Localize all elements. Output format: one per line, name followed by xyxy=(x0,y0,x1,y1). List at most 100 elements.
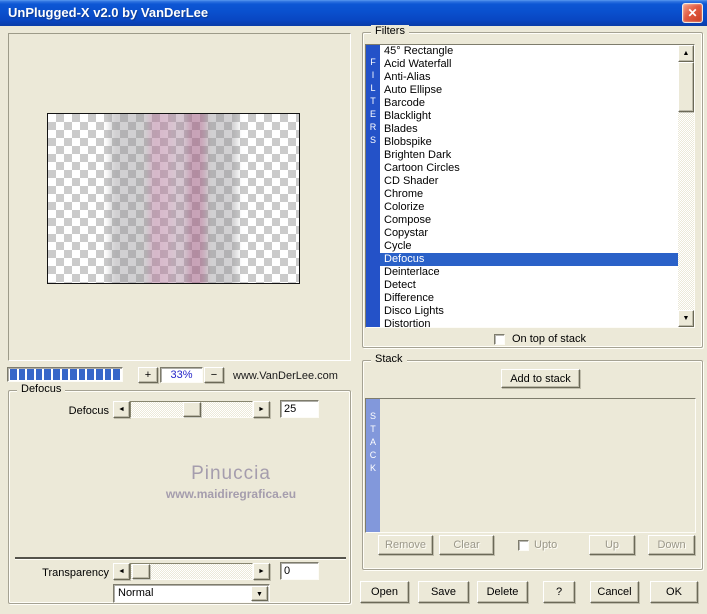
filters-listbox: FILTERS 45° Rectangle Acid Waterfall Anti-… xyxy=(365,44,695,328)
blend-mode-value: Normal xyxy=(118,587,154,599)
close-icon: ✕ xyxy=(687,6,698,20)
defocus-slider-right-button[interactable]: ► xyxy=(253,401,270,418)
up-button: Up xyxy=(589,535,635,555)
transparency-slider-label: Transparency xyxy=(42,567,109,579)
filter-list-item[interactable]: Brighten Dark xyxy=(380,149,678,162)
filter-list-item[interactable]: CD Shader xyxy=(380,175,678,188)
cancel-button[interactable]: Cancel xyxy=(590,581,639,603)
filter-list-item[interactable]: Compose xyxy=(380,214,678,227)
progress-segment xyxy=(113,369,120,380)
filter-list-item[interactable]: Auto Ellipse xyxy=(380,84,678,97)
filters-scrollbar[interactable]: ▲ ▼ xyxy=(678,45,694,327)
defocus-slider-label: Defocus xyxy=(68,405,109,417)
defocus-slider-track[interactable] xyxy=(130,401,253,418)
ok-button[interactable]: OK xyxy=(650,581,698,603)
on-top-of-stack-label: On top of stack xyxy=(512,333,586,345)
stack-listbox: STACK xyxy=(365,398,696,533)
chevron-down-icon: ▼ xyxy=(256,591,263,598)
filter-list-item[interactable]: Blacklight xyxy=(380,110,678,123)
zoom-in-button[interactable]: + xyxy=(138,367,158,383)
filter-list-item[interactable]: Blades xyxy=(380,123,678,136)
delete-button[interactable]: Delete xyxy=(477,581,528,603)
vendor-website-text: www.VanDerLee.com xyxy=(233,370,338,382)
help-button[interactable]: ? xyxy=(543,581,575,603)
progress-segment xyxy=(44,369,52,380)
watermark-title: Pinuccia xyxy=(191,463,271,484)
left-arrow-icon: ◄ xyxy=(118,568,125,575)
add-to-stack-button[interactable]: Add to stack xyxy=(501,369,580,388)
on-top-of-stack-checkbox[interactable] xyxy=(494,334,505,345)
progress-segment xyxy=(70,369,77,380)
defocus-slider-thumb[interactable] xyxy=(183,402,201,417)
zoom-out-button[interactable]: − xyxy=(204,367,224,383)
stack-list[interactable] xyxy=(380,399,695,532)
progress-segment xyxy=(96,369,103,380)
filters-list: 45° Rectangle Acid Waterfall Anti-Alias Aut… xyxy=(380,45,678,327)
render-progress-bar xyxy=(7,367,123,382)
filter-list-item[interactable]: Cycle xyxy=(380,240,678,253)
progress-segment xyxy=(35,369,43,380)
filters-group-label: Filters xyxy=(371,25,409,38)
watermark-url: www.maidiregrafica.eu xyxy=(165,487,297,501)
transparency-slider-track[interactable] xyxy=(130,563,253,580)
down-button: Down xyxy=(648,535,695,555)
transparency-slider-left-button[interactable]: ◄ xyxy=(113,563,130,580)
stack-group-label: Stack xyxy=(371,353,407,366)
defocus-value-field[interactable] xyxy=(280,400,319,418)
scroll-up-button[interactable]: ▲ xyxy=(678,45,694,62)
progress-segment xyxy=(87,369,95,380)
scroll-down-button[interactable]: ▼ xyxy=(678,310,694,327)
left-arrow-icon: ◄ xyxy=(118,406,125,413)
separator-line xyxy=(15,557,346,559)
scroll-up-icon: ▲ xyxy=(682,50,690,57)
watermark: Pinuccia www.maidiregrafica.eu xyxy=(81,463,381,501)
filter-list-item[interactable]: 45° Rectangle xyxy=(380,45,678,58)
save-button[interactable]: Save xyxy=(418,581,469,603)
close-button[interactable]: ✕ xyxy=(682,3,703,23)
defocus-slider-left-button[interactable]: ◄ xyxy=(113,401,130,418)
blend-mode-dropdown-button[interactable]: ▼ xyxy=(251,586,268,601)
open-button[interactable]: Open xyxy=(360,581,409,603)
filter-list-item[interactable]: Defocus xyxy=(380,253,678,266)
filter-list-item[interactable]: Blobspike xyxy=(380,136,678,149)
title-bar[interactable]: UnPlugged-X v2.0 by VanDerLee ✕ xyxy=(0,0,707,26)
progress-segment xyxy=(104,369,112,380)
filter-list-item[interactable]: Chrome xyxy=(380,188,678,201)
filter-list-item[interactable]: Acid Waterfall xyxy=(380,58,678,71)
filter-list-item[interactable]: Barcode xyxy=(380,97,678,110)
progress-segment xyxy=(27,369,34,380)
filter-list-item[interactable]: Anti-Alias xyxy=(380,71,678,84)
filter-list-item[interactable]: Deinterlace xyxy=(380,266,678,279)
right-arrow-icon: ► xyxy=(258,406,265,413)
filter-list-item[interactable]: Copystar xyxy=(380,227,678,240)
clear-button: Clear xyxy=(439,535,494,555)
filter-list-item[interactable]: Cartoon Circles xyxy=(380,162,678,175)
filter-list-item[interactable]: Disco Lights xyxy=(380,305,678,318)
progress-segment xyxy=(61,369,69,380)
scroll-down-icon: ▼ xyxy=(682,315,690,322)
blend-mode-combobox[interactable]: Normal ▼ xyxy=(113,584,270,603)
progress-segment xyxy=(53,369,60,380)
stack-groupbox: Stack Add to stack STACK Remove Clear Up… xyxy=(362,353,703,570)
filter-list-item[interactable]: Detect xyxy=(380,279,678,292)
progress-segment xyxy=(10,369,17,380)
upto-label: Upto xyxy=(534,539,558,551)
filters-groupbox: Filters FILTERS 45° Rectangle Acid Waterf… xyxy=(362,25,703,348)
transparency-slider-right-button[interactable]: ► xyxy=(253,563,270,580)
filter-list-item[interactable]: Distortion xyxy=(380,318,678,327)
defocused-stripes-preview xyxy=(48,114,299,283)
scrollbar-thumb[interactable] xyxy=(678,62,694,112)
upto-checkbox xyxy=(518,540,529,551)
zoom-level-display: 33% xyxy=(160,367,203,383)
preview-image[interactable] xyxy=(47,113,300,284)
stack-vertical-banner: STACK xyxy=(366,399,380,532)
transparency-value-field[interactable] xyxy=(280,562,319,580)
filter-list-item[interactable]: Difference xyxy=(380,292,678,305)
filter-list-item[interactable]: Colorize xyxy=(380,201,678,214)
progress-segment xyxy=(18,369,26,380)
defocus-group-label: Defocus xyxy=(17,383,66,396)
unplugged-x-dialog: UnPlugged-X v2.0 by VanDerLee ✕ + 33% − … xyxy=(0,0,707,614)
right-arrow-icon: ► xyxy=(258,568,265,575)
window-title: UnPlugged-X v2.0 by VanDerLee xyxy=(8,5,209,20)
transparency-slider-thumb[interactable] xyxy=(132,564,150,579)
